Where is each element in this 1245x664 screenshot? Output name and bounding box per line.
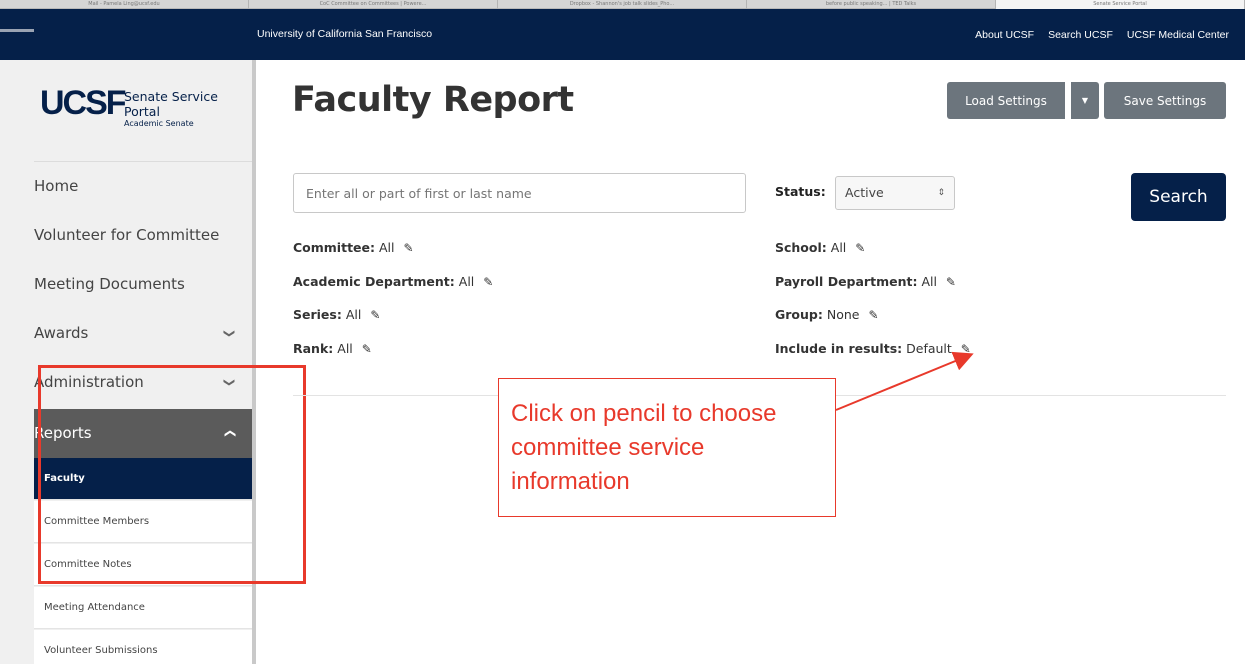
sidebar-item-meeting-documents[interactable]: Meeting Documents xyxy=(34,260,252,309)
filter-committee: Committee: All ✎ xyxy=(293,240,414,255)
annotation-callout: Click on pencil to choose committee serv… xyxy=(498,378,836,517)
search-ucsf-link[interactable]: Search UCSF xyxy=(1048,29,1113,41)
filter-label: Committee: xyxy=(293,240,376,255)
page-title: Faculty Report xyxy=(292,80,574,120)
sidebar-item-label: Volunteer for Committee xyxy=(34,226,220,244)
browser-tab[interactable]: CoC Committee on Committees | Powere... xyxy=(249,0,498,9)
filter-rank: Rank: All ✎ xyxy=(293,341,372,356)
filter-group: Group: None ✎ xyxy=(775,307,879,322)
logo-line-2: Portal xyxy=(124,104,160,119)
save-settings-button[interactable]: Save Settings xyxy=(1104,82,1226,119)
highlight-box xyxy=(38,365,306,584)
browser-tab-strip: Mail - Pamela Ling@ucsf.edu CoC Committe… xyxy=(0,0,1245,9)
pencil-icon[interactable]: ✎ xyxy=(370,308,380,322)
status-selected-value: Active xyxy=(845,185,884,200)
pencil-icon[interactable]: ✎ xyxy=(483,275,493,289)
top-navigation-bar: University of California San Francisco A… xyxy=(0,9,1245,60)
sidebar-item-volunteer[interactable]: Volunteer for Committee xyxy=(34,211,252,260)
status-select[interactable]: Active ⇕ xyxy=(835,176,955,210)
about-ucsf-link[interactable]: About UCSF xyxy=(975,29,1034,41)
filter-payroll-department: Payroll Department: All ✎ xyxy=(775,274,956,289)
filter-label: Rank: xyxy=(293,341,334,356)
filter-label: Group: xyxy=(775,307,823,322)
sidebar-item-label: Meeting Documents xyxy=(34,275,185,293)
sidebar-item-home[interactable]: Home xyxy=(34,162,252,211)
filter-value: All xyxy=(458,274,475,289)
top-links: About UCSF Search UCSF UCSF Medical Cent… xyxy=(975,9,1229,60)
filter-label: Payroll Department: xyxy=(775,274,918,289)
sidebar-item-awards[interactable]: Awards ❯ xyxy=(34,309,252,358)
pencil-icon[interactable]: ✎ xyxy=(961,342,971,356)
filter-value: All xyxy=(921,274,937,289)
browser-tab[interactable]: before public speaking... | TED Talks xyxy=(747,0,996,9)
logo-line-3: Academic Senate xyxy=(124,119,194,128)
menu-bar-icon[interactable] xyxy=(0,29,34,32)
caret-down-icon: ▼ xyxy=(1081,96,1089,105)
filter-label: Academic Department: xyxy=(293,274,455,289)
select-arrows-icon: ⇕ xyxy=(937,188,945,198)
sidebar-item-label: Awards xyxy=(34,324,89,342)
ucsf-logo[interactable]: UCSF Senate Service Portal Academic Sena… xyxy=(40,84,250,134)
filter-label: School: xyxy=(775,240,827,255)
logo-line-1: Senate Service xyxy=(124,89,218,104)
filter-label: Series: xyxy=(293,307,342,322)
university-name-link[interactable]: University of California San Francisco xyxy=(257,9,432,60)
pencil-icon[interactable]: ✎ xyxy=(403,241,413,255)
load-settings-button[interactable]: Load Settings xyxy=(947,82,1065,119)
pencil-icon[interactable]: ✎ xyxy=(855,241,865,255)
browser-tab-active[interactable]: Senate Service Portal xyxy=(996,0,1245,9)
filter-series: Series: All ✎ xyxy=(293,307,380,322)
pencil-icon[interactable]: ✎ xyxy=(362,342,372,356)
filter-label: Include in results: xyxy=(775,341,903,356)
sidebar-subitem-volunteer-submissions[interactable]: Volunteer Submissions xyxy=(34,630,252,664)
pencil-icon[interactable]: ✎ xyxy=(946,275,956,289)
browser-tab[interactable]: Mail - Pamela Ling@ucsf.edu xyxy=(0,0,249,9)
browser-tab[interactable]: Dropbox - Shannon's job talk slides_Pho.… xyxy=(498,0,747,9)
name-search-input[interactable] xyxy=(293,173,746,213)
filter-value: All xyxy=(830,240,847,255)
logo-mark: UCSF xyxy=(40,84,127,122)
filter-academic-department: Academic Department: All ✎ xyxy=(293,274,493,289)
filter-value: Default xyxy=(906,341,952,356)
medical-center-link[interactable]: UCSF Medical Center xyxy=(1127,29,1229,41)
filter-school: School: All ✎ xyxy=(775,240,865,255)
filter-value: All xyxy=(379,240,395,255)
filter-value: All xyxy=(345,307,362,322)
search-button[interactable]: Search xyxy=(1131,173,1226,221)
filter-value: All xyxy=(337,341,353,356)
pencil-icon[interactable]: ✎ xyxy=(868,308,878,322)
filter-value: None xyxy=(826,307,860,322)
sidebar-subitem-meeting-attendance[interactable]: Meeting Attendance xyxy=(34,587,252,629)
load-settings-dropdown-button[interactable]: ▼ xyxy=(1071,82,1099,119)
sidebar-item-label: Home xyxy=(34,177,79,195)
chevron-down-icon: ❯ xyxy=(222,328,236,339)
filter-include-in-results: Include in results: Default ✎ xyxy=(775,341,971,356)
status-label: Status: xyxy=(775,184,826,199)
